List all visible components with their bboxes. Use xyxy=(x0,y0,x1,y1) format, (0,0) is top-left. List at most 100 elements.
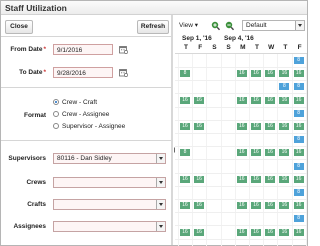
hours-cell[interactable]: 8 xyxy=(180,70,190,78)
hours-cell[interactable]: 16 xyxy=(194,175,205,183)
grid-row-line xyxy=(175,212,307,214)
hours-cell[interactable]: 16 xyxy=(251,228,261,236)
hours-cell[interactable]: 16 xyxy=(236,70,247,78)
calendar-icon[interactable] xyxy=(119,68,128,77)
crews-label: Crews xyxy=(26,179,46,186)
calendar-icon[interactable] xyxy=(119,45,128,54)
hours-cell[interactable]: 8 xyxy=(279,83,290,91)
refresh-button[interactable]: Refresh xyxy=(137,20,169,34)
hours-cell[interactable]: 8 xyxy=(293,109,304,117)
hours-cell[interactable]: 16 xyxy=(279,123,290,130)
hours-cell[interactable]: 16 xyxy=(293,202,304,210)
hours-cell[interactable]: 16 xyxy=(180,175,190,183)
hours-cell[interactable]: 16 xyxy=(265,228,276,236)
hours-cell[interactable]: 16 xyxy=(293,228,304,236)
dropdown-button[interactable] xyxy=(156,154,165,163)
hours-cell[interactable]: 16 xyxy=(236,175,247,183)
hours-cell[interactable]: 16 xyxy=(236,149,247,157)
dropdown-button[interactable] xyxy=(156,200,165,209)
hours-cell[interactable]: 16 xyxy=(265,123,276,130)
title-bar: Staff Utilization xyxy=(1,1,307,15)
hours-cell[interactable]: 16 xyxy=(279,175,290,183)
hours-cell[interactable]: 16 xyxy=(236,96,247,104)
radio-icon[interactable] xyxy=(53,123,59,130)
hours-cell[interactable]: 16 xyxy=(251,175,261,183)
day-header: T xyxy=(283,44,288,51)
hours-cell[interactable]: 8 xyxy=(293,57,304,64)
grid-row-line xyxy=(175,80,307,82)
hours-cell[interactable]: 16 xyxy=(251,123,261,130)
hours-cell[interactable]: 16 xyxy=(265,202,276,210)
hours-cell[interactable]: 8 xyxy=(293,215,304,223)
hours-cell[interactable]: 8 xyxy=(293,162,304,170)
hours-cell[interactable]: 16 xyxy=(251,202,261,210)
chevron-down-icon xyxy=(159,157,163,160)
hours-cell[interactable]: 16 xyxy=(293,96,304,104)
hours-cell[interactable]: 16 xyxy=(180,228,190,236)
hours-cell[interactable]: 16 xyxy=(194,123,205,130)
crews-select[interactable] xyxy=(53,177,166,188)
hours-cell[interactable]: 16 xyxy=(293,149,304,157)
format-option-crew-assignee[interactable]: Crew - Assignee xyxy=(53,110,109,120)
grid-row-line xyxy=(175,159,307,161)
assignees-label: Assignees xyxy=(13,223,46,230)
zoom-in-icon[interactable] xyxy=(211,21,220,31)
chevron-down-icon xyxy=(159,225,163,228)
radio-icon[interactable] xyxy=(53,99,59,106)
hours-cell[interactable]: 16 xyxy=(236,228,247,236)
radio-icon[interactable] xyxy=(53,111,59,118)
view-menu[interactable]: View ▾ xyxy=(179,20,198,32)
from-date-label: From Date* xyxy=(10,46,46,53)
hours-cell[interactable]: 16 xyxy=(279,70,290,78)
hours-cell[interactable]: 16 xyxy=(194,228,205,236)
hours-cell[interactable]: 16 xyxy=(265,70,276,78)
from-date-field[interactable]: 9/1/2016 xyxy=(53,44,113,55)
panel-splitter[interactable] xyxy=(171,15,173,245)
format-option-supervisor-assignee[interactable]: Supervisor - Assignee xyxy=(53,122,125,132)
dropdown-button[interactable] xyxy=(295,21,304,30)
dropdown-button[interactable] xyxy=(156,178,165,187)
hours-cell[interactable]: 16 xyxy=(293,70,304,78)
hours-cell[interactable]: 16 xyxy=(251,96,261,104)
hours-cell[interactable]: 16 xyxy=(279,228,290,236)
hours-cell[interactable]: 16 xyxy=(251,70,261,78)
hours-cell[interactable]: 8 xyxy=(293,189,304,196)
hours-cell[interactable]: 16 xyxy=(180,202,190,210)
week-header: Sep 4, '16 xyxy=(224,35,254,42)
supervisors-select[interactable]: 80116 - Dan Sidley xyxy=(53,153,166,164)
dropdown-button[interactable] xyxy=(156,222,165,231)
close-button[interactable]: Close xyxy=(5,20,33,34)
hours-cell[interactable]: 16 xyxy=(265,96,276,104)
chevron-down-icon xyxy=(159,181,163,184)
day-header: F xyxy=(198,44,203,51)
hours-cell[interactable]: 16 xyxy=(293,175,304,183)
hours-cell[interactable]: 16 xyxy=(236,202,247,210)
hours-cell[interactable]: 16 xyxy=(279,96,290,104)
hours-cell[interactable]: 16 xyxy=(194,202,205,210)
hours-cell[interactable]: 16 xyxy=(180,123,190,130)
hours-cell[interactable]: 16 xyxy=(279,202,290,210)
hours-cell[interactable]: 16 xyxy=(293,123,304,130)
hours-cell[interactable]: 8 xyxy=(293,83,304,91)
zoom-out-icon[interactable] xyxy=(225,21,234,31)
divider xyxy=(1,140,171,141)
hours-cell[interactable]: 16 xyxy=(251,149,261,157)
format-option-crew-craft[interactable]: Crew - Craft xyxy=(53,98,97,108)
hours-cell[interactable]: 16 xyxy=(265,175,276,183)
to-date-label: To Date* xyxy=(19,69,46,76)
assignees-select[interactable] xyxy=(53,221,166,232)
grid-column-line xyxy=(277,54,279,246)
hours-cell[interactable]: 16 xyxy=(236,123,247,130)
hours-cell[interactable]: 8 xyxy=(293,136,304,144)
preset-select[interactable]: Default xyxy=(242,20,305,31)
day-header: M xyxy=(240,44,246,51)
hours-cell[interactable]: 16 xyxy=(194,96,205,104)
hours-cell[interactable]: 16 xyxy=(180,96,190,104)
divider xyxy=(1,36,171,37)
hours-cell[interactable]: 8 xyxy=(180,149,190,157)
hours-cell[interactable]: 16 xyxy=(265,149,276,157)
chevron-down-icon xyxy=(298,24,302,27)
to-date-field[interactable]: 9/28/2016 xyxy=(53,67,113,78)
crafts-select[interactable] xyxy=(53,199,166,210)
hours-cell[interactable]: 16 xyxy=(279,149,290,157)
